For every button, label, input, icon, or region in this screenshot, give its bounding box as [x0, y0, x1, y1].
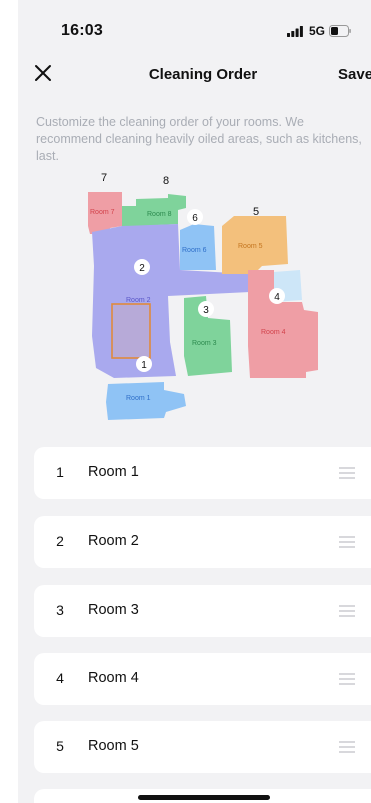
drag-handle-icon[interactable]	[339, 467, 355, 479]
save-button[interactable]: Save	[338, 66, 371, 83]
map-room-3-label: Room 3	[192, 340, 217, 347]
cleaning-order-screen: 16:03 5G Cleaning Order Save Customize t…	[0, 0, 371, 803]
map-room-8-number: 8	[163, 175, 169, 187]
room-name: Room 4	[88, 670, 139, 686]
status-bar: 16:03 5G	[18, 0, 371, 50]
room-list-item[interactable]: 1 Room 1	[34, 447, 371, 499]
room-name: Room 2	[88, 533, 139, 549]
room-list-item[interactable]: 5 Room 5	[34, 721, 371, 773]
map-room-8-area	[122, 194, 186, 226]
map-room-8[interactable]: Room 8 8	[122, 175, 186, 226]
map-room-6-number: 6	[192, 213, 198, 224]
room-order-number: 4	[56, 670, 64, 686]
room-order-number: 1	[56, 464, 64, 480]
map-room-5[interactable]: Room 5 5	[222, 206, 288, 274]
page-title: Cleaning Order	[148, 66, 258, 83]
map-selection-box	[111, 303, 151, 359]
drag-handle-icon[interactable]	[339, 741, 355, 753]
left-edge	[0, 0, 18, 803]
room-order-number: 3	[56, 602, 64, 618]
map-room-1-label: Room 1	[126, 395, 151, 402]
map-room-4-label: Room 4	[261, 329, 286, 336]
room-list-item[interactable]: 4 Room 4	[34, 653, 371, 705]
map-room-5-label: Room 5	[238, 243, 263, 250]
drag-handle-icon[interactable]	[339, 673, 355, 685]
map-room-5-number: 5	[253, 206, 259, 218]
network-label: 5G	[309, 24, 326, 38]
signal-icon	[287, 26, 303, 37]
room-name: Room 5	[88, 738, 139, 754]
map-room-6[interactable]: Room 6 6	[180, 209, 216, 270]
room-map: Room 7 7 Room 8 8 Room 2 2 1 Room 1 Room…	[88, 172, 318, 420]
map-room-8-label: Room 8	[147, 211, 172, 218]
map-room-6-label: Room 6	[182, 247, 207, 254]
drag-handle-icon[interactable]	[339, 536, 355, 548]
map-room-3-number: 3	[203, 305, 209, 316]
description-text: Customize the cleaning order of your roo…	[36, 115, 362, 163]
map-room-4[interactable]: Room 4 4	[248, 270, 318, 378]
map-room-1[interactable]: Room 1	[106, 382, 186, 420]
room-order-number: 2	[56, 533, 64, 549]
home-indicator	[138, 795, 270, 800]
room-name: Room 3	[88, 602, 139, 618]
room-name: Room 1	[88, 464, 139, 480]
drag-handle-icon[interactable]	[339, 605, 355, 617]
nav-bar: Cleaning Order Save	[18, 56, 371, 92]
map-room-7[interactable]: Room 7 7	[88, 172, 122, 234]
status-time: 16:03	[61, 22, 103, 39]
map-room-7-number: 7	[101, 172, 107, 184]
map-room-3[interactable]: Room 3 3	[184, 296, 232, 376]
room-order-number: 5	[56, 738, 64, 754]
map-room-1-number: 1	[141, 360, 147, 371]
room-list-item[interactable]: 2 Room 2	[34, 516, 371, 568]
map-room-2-number: 2	[139, 263, 145, 274]
close-icon[interactable]	[32, 62, 54, 84]
battery-icon	[329, 25, 351, 37]
map-room-7-label: Room 7	[90, 209, 115, 216]
room-list-item[interactable]: 3 Room 3	[34, 585, 371, 637]
map-room-4-number: 4	[274, 292, 280, 303]
map-room-2-label: Room 2	[126, 297, 151, 304]
